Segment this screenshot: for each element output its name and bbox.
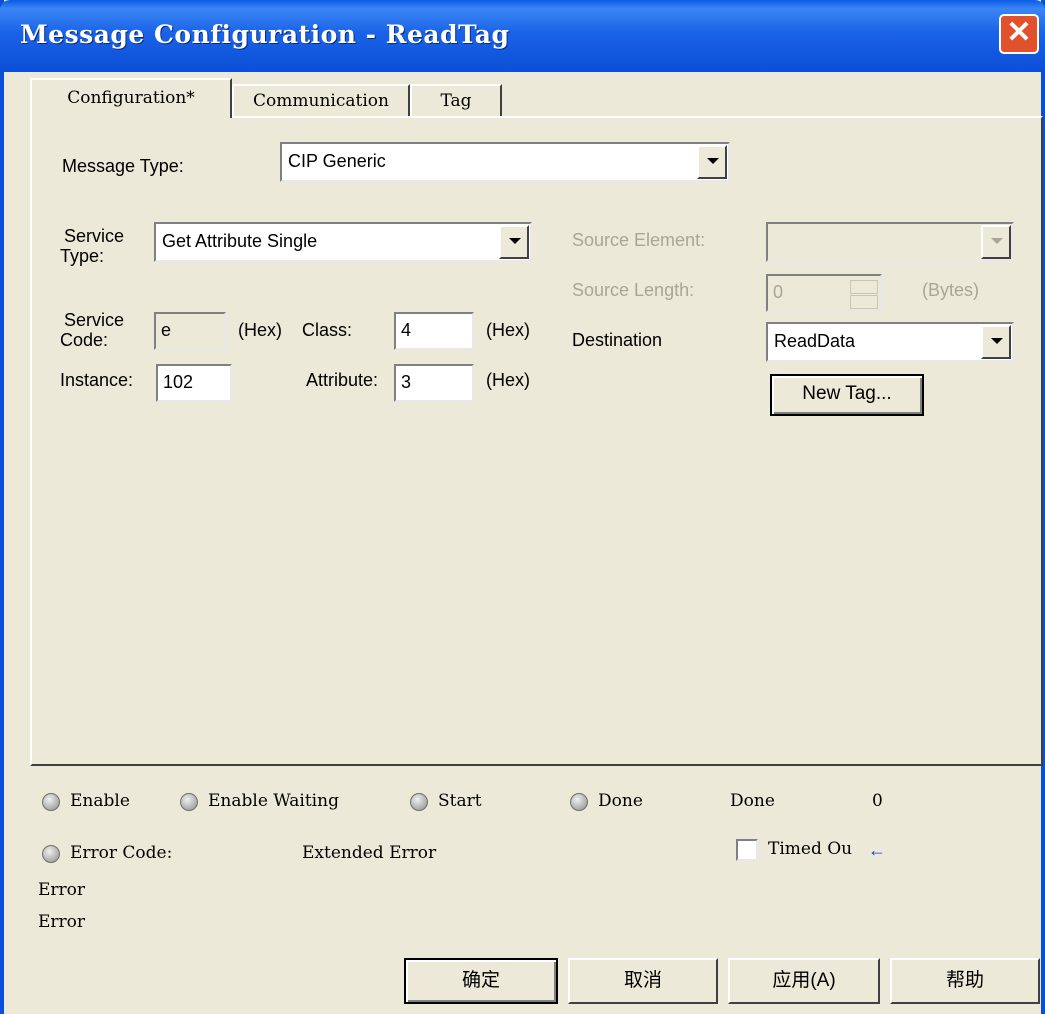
service-type-label-1: Service bbox=[64, 226, 125, 246]
attribute-field[interactable]: 3 bbox=[394, 364, 474, 402]
spin-down-icon[interactable] bbox=[850, 295, 878, 309]
destination-select[interactable]: ReadData bbox=[766, 322, 1014, 362]
class-label: Class: bbox=[302, 320, 353, 340]
apply-button[interactable]: 应用(A) bbox=[728, 958, 880, 1004]
arrow-left-icon: ← bbox=[868, 840, 886, 860]
enable-waiting-label: Enable Waiting bbox=[208, 791, 339, 811]
service-code-hex-label: (Hex) bbox=[238, 320, 282, 340]
error-text-1: Error bbox=[38, 880, 86, 900]
ok-button[interactable]: 确定 bbox=[404, 958, 558, 1004]
class-field[interactable]: 4 bbox=[394, 312, 474, 350]
service-code-label-2: Code: bbox=[60, 330, 109, 350]
instance-label: Instance: bbox=[60, 370, 134, 390]
tab-tag[interactable]: Tag bbox=[410, 84, 502, 116]
service-type-dropdown-button[interactable] bbox=[499, 225, 529, 259]
spin-up-icon[interactable] bbox=[850, 280, 878, 294]
enable-label: Enable bbox=[70, 791, 130, 811]
start-indicator-icon bbox=[410, 793, 428, 811]
destination-value: ReadData bbox=[774, 331, 856, 351]
source-element-dropdown-button[interactable] bbox=[981, 225, 1011, 259]
class-hex-label: (Hex) bbox=[486, 320, 530, 340]
done-label: Done bbox=[598, 791, 643, 811]
window-title: Message Configuration - ReadTag bbox=[20, 20, 510, 49]
enable-indicator-icon bbox=[42, 793, 60, 811]
error-code-indicator-icon bbox=[42, 845, 60, 863]
start-label: Start bbox=[438, 791, 482, 811]
service-type-label-2: Type: bbox=[60, 246, 105, 266]
message-type-label: Message Type: bbox=[62, 156, 184, 176]
source-element-select[interactable] bbox=[766, 222, 1014, 262]
dialog-window: Message Configuration - ReadTag ✕ Config… bbox=[0, 0, 1045, 1014]
service-type-select[interactable]: Get Attribute Single bbox=[154, 222, 532, 262]
attribute-hex-label: (Hex) bbox=[486, 370, 530, 390]
cancel-button[interactable]: 取消 bbox=[568, 958, 718, 1004]
title-bar[interactable]: Message Configuration - ReadTag ✕ bbox=[0, 0, 1045, 72]
configuration-panel: Message Type: CIP Generic Service Type: … bbox=[30, 116, 1043, 766]
message-type-select[interactable]: CIP Generic bbox=[280, 142, 730, 182]
source-length-label: Source Length: bbox=[572, 280, 695, 300]
chevron-down-icon bbox=[991, 238, 1003, 244]
destination-dropdown-button[interactable] bbox=[981, 325, 1011, 359]
chevron-down-icon bbox=[509, 238, 521, 244]
chevron-down-icon bbox=[991, 338, 1003, 344]
new-tag-button[interactable]: New Tag... bbox=[770, 374, 924, 416]
extended-error-label: Extended Error bbox=[302, 843, 437, 863]
help-button[interactable]: 帮助 bbox=[890, 958, 1040, 1004]
close-button[interactable]: ✕ bbox=[999, 14, 1039, 54]
service-type-value: Get Attribute Single bbox=[162, 231, 318, 251]
timed-out-label: Timed Ou bbox=[768, 839, 853, 859]
source-length-spinner[interactable] bbox=[850, 278, 878, 309]
bytes-label: (Bytes) bbox=[922, 280, 980, 300]
source-length-field[interactable]: 0 bbox=[766, 274, 882, 312]
service-code-label-1: Service bbox=[64, 310, 125, 330]
enable-waiting-indicator-icon bbox=[180, 793, 198, 811]
tab-communication[interactable]: Communication bbox=[232, 84, 410, 116]
attribute-label: Attribute: bbox=[306, 370, 379, 390]
source-length-value: 0 bbox=[773, 282, 784, 302]
done-indicator-icon bbox=[570, 793, 588, 811]
source-element-label: Source Element: bbox=[572, 230, 706, 250]
timed-out-checkbox[interactable] bbox=[736, 839, 758, 861]
destination-label: Destination bbox=[572, 330, 663, 350]
message-type-value: CIP Generic bbox=[288, 151, 386, 171]
done-length-label: Done bbox=[730, 791, 775, 811]
chevron-down-icon bbox=[707, 158, 719, 164]
error-text-2: Error bbox=[38, 912, 86, 932]
service-code-field[interactable]: e bbox=[154, 312, 226, 350]
tab-configuration[interactable]: Configuration* bbox=[30, 78, 232, 118]
done-length-value: 0 bbox=[872, 791, 883, 811]
error-code-label: Error Code: bbox=[70, 843, 173, 863]
message-type-dropdown-button[interactable] bbox=[697, 145, 727, 179]
instance-field[interactable]: 102 bbox=[156, 364, 232, 402]
